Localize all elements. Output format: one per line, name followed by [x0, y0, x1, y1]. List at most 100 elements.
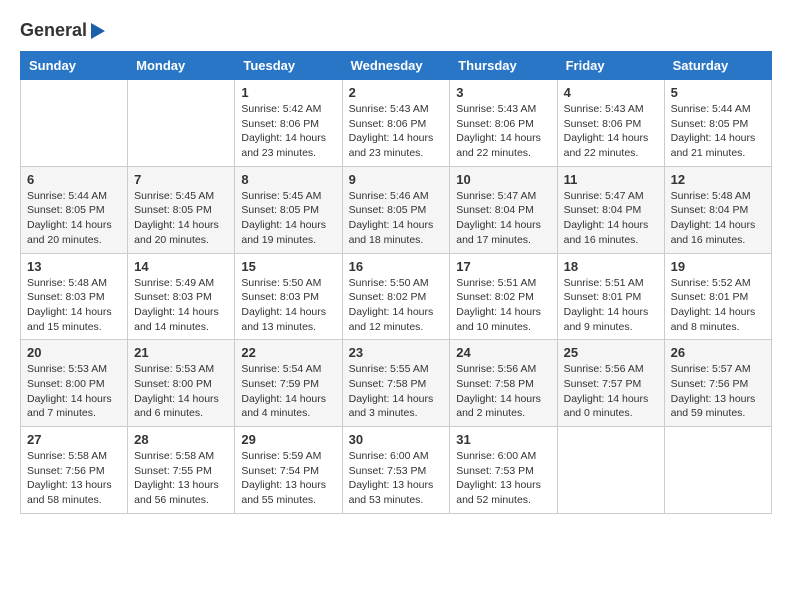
day-info: Sunrise: 6:00 AM Sunset: 7:53 PM Dayligh… — [349, 449, 444, 508]
day-number: 1 — [241, 85, 335, 100]
day-info: Sunrise: 5:56 AM Sunset: 7:58 PM Dayligh… — [456, 362, 550, 421]
calendar-cell — [664, 427, 771, 514]
day-number: 14 — [134, 259, 228, 274]
day-number: 25 — [564, 345, 658, 360]
day-info: Sunrise: 5:55 AM Sunset: 7:58 PM Dayligh… — [349, 362, 444, 421]
day-number: 7 — [134, 172, 228, 187]
day-info: Sunrise: 5:43 AM Sunset: 8:06 PM Dayligh… — [349, 102, 444, 161]
day-number: 5 — [671, 85, 765, 100]
calendar-cell: 30 Sunrise: 6:00 AM Sunset: 7:53 PM Dayli… — [342, 427, 450, 514]
day-number: 26 — [671, 345, 765, 360]
day-number: 31 — [456, 432, 550, 447]
calendar-cell: 23 Sunrise: 5:55 AM Sunset: 7:58 PM Dayli… — [342, 340, 450, 427]
logo-general-text: General — [20, 20, 87, 41]
day-number: 29 — [241, 432, 335, 447]
day-info: Sunrise: 5:53 AM Sunset: 8:00 PM Dayligh… — [27, 362, 121, 421]
calendar-week-row: 20 Sunrise: 5:53 AM Sunset: 8:00 PM Dayli… — [21, 340, 772, 427]
day-info: Sunrise: 5:47 AM Sunset: 8:04 PM Dayligh… — [564, 189, 658, 248]
day-number: 16 — [349, 259, 444, 274]
day-info: Sunrise: 5:56 AM Sunset: 7:57 PM Dayligh… — [564, 362, 658, 421]
day-number: 17 — [456, 259, 550, 274]
day-info: Sunrise: 5:58 AM Sunset: 7:55 PM Dayligh… — [134, 449, 228, 508]
day-info: Sunrise: 5:45 AM Sunset: 8:05 PM Dayligh… — [241, 189, 335, 248]
day-info: Sunrise: 5:53 AM Sunset: 8:00 PM Dayligh… — [134, 362, 228, 421]
day-number: 8 — [241, 172, 335, 187]
calendar-header-row: SundayMondayTuesdayWednesdayThursdayFrid… — [21, 52, 772, 80]
calendar-cell — [21, 80, 128, 167]
day-info: Sunrise: 5:59 AM Sunset: 7:54 PM Dayligh… — [241, 449, 335, 508]
calendar-cell: 9Sunrise: 5:46 AM Sunset: 8:05 PM Daylig… — [342, 166, 450, 253]
calendar-cell: 16 Sunrise: 5:50 AM Sunset: 8:02 PM Dayli… — [342, 253, 450, 340]
day-of-week-header: Monday — [128, 52, 235, 80]
calendar-cell: 27 Sunrise: 5:58 AM Sunset: 7:56 PM Dayli… — [21, 427, 128, 514]
day-number: 4 — [564, 85, 658, 100]
day-info: Sunrise: 6:00 AM Sunset: 7:53 PM Dayligh… — [456, 449, 550, 508]
calendar-cell: 29 Sunrise: 5:59 AM Sunset: 7:54 PM Dayli… — [235, 427, 342, 514]
calendar-cell: 6Sunrise: 5:44 AM Sunset: 8:05 PM Daylig… — [21, 166, 128, 253]
day-number: 18 — [564, 259, 658, 274]
calendar-cell: 3 Sunrise: 5:43 AM Sunset: 8:06 PM Daylig… — [450, 80, 557, 167]
calendar-cell: 7 Sunrise: 5:45 AM Sunset: 8:05 PM Daylig… — [128, 166, 235, 253]
day-number: 21 — [134, 345, 228, 360]
calendar-cell — [128, 80, 235, 167]
day-of-week-header: Thursday — [450, 52, 557, 80]
day-info: Sunrise: 5:57 AM Sunset: 7:56 PM Dayligh… — [671, 362, 765, 421]
day-info: Sunrise: 5:58 AM Sunset: 7:56 PM Dayligh… — [27, 449, 121, 508]
day-number: 30 — [349, 432, 444, 447]
calendar-week-row: 27 Sunrise: 5:58 AM Sunset: 7:56 PM Dayli… — [21, 427, 772, 514]
logo-arrow-icon — [91, 23, 105, 39]
calendar-cell: 8 Sunrise: 5:45 AM Sunset: 8:05 PM Daylig… — [235, 166, 342, 253]
calendar-cell: 22 Sunrise: 5:54 AM Sunset: 7:59 PM Dayli… — [235, 340, 342, 427]
day-number: 2 — [349, 85, 444, 100]
page-header: General — [20, 20, 772, 41]
day-of-week-header: Wednesday — [342, 52, 450, 80]
calendar-cell: 24Sunrise: 5:56 AM Sunset: 7:58 PM Dayli… — [450, 340, 557, 427]
day-number: 15 — [241, 259, 335, 274]
calendar-cell: 12Sunrise: 5:48 AM Sunset: 8:04 PM Dayli… — [664, 166, 771, 253]
day-info: Sunrise: 5:45 AM Sunset: 8:05 PM Dayligh… — [134, 189, 228, 248]
calendar-cell: 1 Sunrise: 5:42 AM Sunset: 8:06 PM Daylig… — [235, 80, 342, 167]
calendar-cell: 13Sunrise: 5:48 AM Sunset: 8:03 PM Dayli… — [21, 253, 128, 340]
calendar-cell: 26 Sunrise: 5:57 AM Sunset: 7:56 PM Dayli… — [664, 340, 771, 427]
day-info: Sunrise: 5:51 AM Sunset: 8:01 PM Dayligh… — [564, 276, 658, 335]
calendar-table: SundayMondayTuesdayWednesdayThursdayFrid… — [20, 51, 772, 514]
calendar-cell: 14 Sunrise: 5:49 AM Sunset: 8:03 PM Dayli… — [128, 253, 235, 340]
day-info: Sunrise: 5:50 AM Sunset: 8:02 PM Dayligh… — [349, 276, 444, 335]
day-info: Sunrise: 5:48 AM Sunset: 8:03 PM Dayligh… — [27, 276, 121, 335]
day-info: Sunrise: 5:52 AM Sunset: 8:01 PM Dayligh… — [671, 276, 765, 335]
day-number: 22 — [241, 345, 335, 360]
logo: General — [20, 20, 105, 41]
day-info: Sunrise: 5:49 AM Sunset: 8:03 PM Dayligh… — [134, 276, 228, 335]
day-info: Sunrise: 5:44 AM Sunset: 8:05 PM Dayligh… — [671, 102, 765, 161]
calendar-cell: 21 Sunrise: 5:53 AM Sunset: 8:00 PM Dayli… — [128, 340, 235, 427]
day-number: 12 — [671, 172, 765, 187]
calendar-cell: 28 Sunrise: 5:58 AM Sunset: 7:55 PM Dayli… — [128, 427, 235, 514]
day-info: Sunrise: 5:43 AM Sunset: 8:06 PM Dayligh… — [456, 102, 550, 161]
day-number: 28 — [134, 432, 228, 447]
calendar-cell: 15 Sunrise: 5:50 AM Sunset: 8:03 PM Dayli… — [235, 253, 342, 340]
day-number: 19 — [671, 259, 765, 274]
calendar-cell — [557, 427, 664, 514]
calendar-cell: 4Sunrise: 5:43 AM Sunset: 8:06 PM Daylig… — [557, 80, 664, 167]
calendar-cell: 25 Sunrise: 5:56 AM Sunset: 7:57 PM Dayli… — [557, 340, 664, 427]
calendar-cell: 2 Sunrise: 5:43 AM Sunset: 8:06 PM Daylig… — [342, 80, 450, 167]
day-info: Sunrise: 5:51 AM Sunset: 8:02 PM Dayligh… — [456, 276, 550, 335]
day-info: Sunrise: 5:50 AM Sunset: 8:03 PM Dayligh… — [241, 276, 335, 335]
day-number: 9 — [349, 172, 444, 187]
calendar-week-row: 6Sunrise: 5:44 AM Sunset: 8:05 PM Daylig… — [21, 166, 772, 253]
day-of-week-header: Saturday — [664, 52, 771, 80]
day-number: 23 — [349, 345, 444, 360]
day-number: 20 — [27, 345, 121, 360]
calendar-cell: 11 Sunrise: 5:47 AM Sunset: 8:04 PM Dayli… — [557, 166, 664, 253]
calendar-cell: 5 Sunrise: 5:44 AM Sunset: 8:05 PM Daylig… — [664, 80, 771, 167]
day-info: Sunrise: 5:54 AM Sunset: 7:59 PM Dayligh… — [241, 362, 335, 421]
day-number: 3 — [456, 85, 550, 100]
calendar-week-row: 1 Sunrise: 5:42 AM Sunset: 8:06 PM Daylig… — [21, 80, 772, 167]
day-info: Sunrise: 5:42 AM Sunset: 8:06 PM Dayligh… — [241, 102, 335, 161]
day-info: Sunrise: 5:44 AM Sunset: 8:05 PM Dayligh… — [27, 189, 121, 248]
day-number: 27 — [27, 432, 121, 447]
calendar-cell: 10Sunrise: 5:47 AM Sunset: 8:04 PM Dayli… — [450, 166, 557, 253]
calendar-cell: 20 Sunrise: 5:53 AM Sunset: 8:00 PM Dayli… — [21, 340, 128, 427]
day-number: 11 — [564, 172, 658, 187]
calendar-cell: 19 Sunrise: 5:52 AM Sunset: 8:01 PM Dayli… — [664, 253, 771, 340]
